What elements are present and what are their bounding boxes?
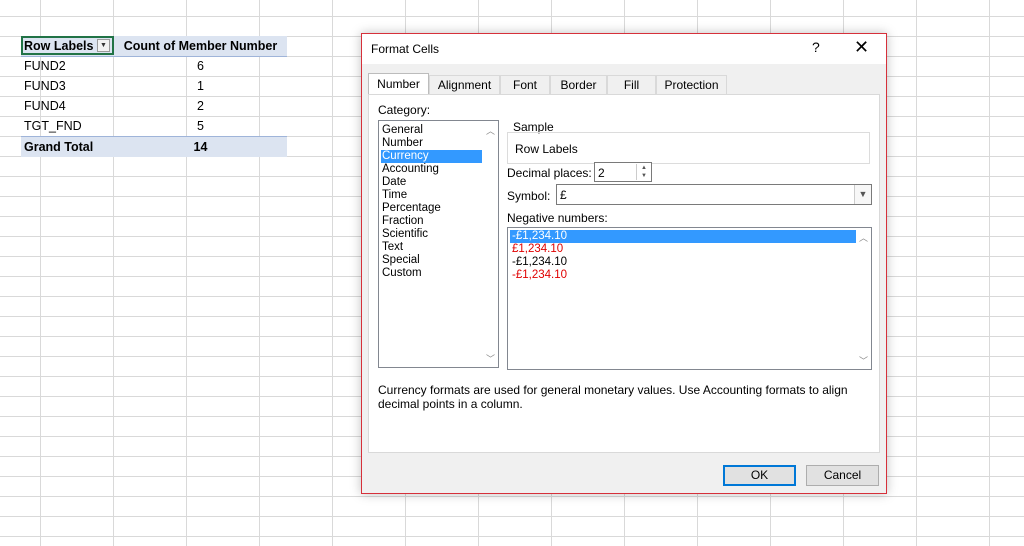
help-icon[interactable]: ?: [812, 39, 820, 55]
format-description: Currency formats are used for general mo…: [378, 383, 848, 411]
row-label: TGT_FND: [24, 119, 82, 133]
row-value: 5: [197, 119, 204, 133]
sample-value: Row Labels: [515, 142, 578, 156]
list-item[interactable]: Text: [382, 241, 482, 254]
scroll-down-icon[interactable]: ﹀: [856, 354, 871, 366]
tab-font[interactable]: Font: [500, 75, 550, 94]
tab-alignment[interactable]: Alignment: [429, 75, 500, 94]
list-item[interactable]: Fraction: [382, 215, 482, 228]
count-header[interactable]: Count of Member Number: [114, 39, 287, 53]
symbol-dropdown[interactable]: £ ▼: [556, 184, 872, 205]
table-row[interactable]: TGT_FND 5: [21, 116, 287, 136]
negative-option[interactable]: -£1,234.10: [510, 269, 856, 282]
tab-border[interactable]: Border: [550, 75, 607, 94]
decrement-icon[interactable]: ▼: [636, 172, 651, 180]
sample-box: Row Labels: [507, 132, 870, 164]
tab-fill[interactable]: Fill: [607, 75, 656, 94]
scroll-down-icon[interactable]: ﹀: [483, 352, 498, 364]
decimal-places-value[interactable]: 2: [598, 166, 605, 180]
decimal-places-label: Decimal places:: [507, 166, 592, 180]
dialog-titlebar[interactable]: Format Cells ? ✕: [362, 34, 886, 64]
list-item[interactable]: General: [382, 124, 482, 137]
dialog-title: Format Cells: [371, 42, 440, 56]
list-item[interactable]: Number: [382, 137, 482, 150]
row-label: FUND2: [24, 59, 66, 73]
list-item[interactable]: Date: [382, 176, 482, 189]
category-list[interactable]: General Number Currency Accounting Date …: [378, 120, 499, 368]
row-value: 1: [197, 79, 204, 93]
list-item-selected[interactable]: Currency: [381, 150, 482, 163]
tab-number[interactable]: Number: [368, 73, 429, 95]
negative-option[interactable]: -£1,234.10: [510, 256, 856, 269]
table-row[interactable]: FUND4 2: [21, 96, 287, 116]
scroll-up-icon[interactable]: ︿: [483, 124, 498, 136]
symbol-value: £: [560, 188, 567, 202]
chevron-down-icon[interactable]: ▼: [854, 185, 871, 204]
cancel-button[interactable]: Cancel: [806, 465, 879, 486]
symbol-label: Symbol:: [507, 189, 551, 203]
pivot-header-row: Row Labels ▼ Count of Member Number: [21, 36, 287, 57]
table-row[interactable]: FUND2 6: [21, 56, 287, 76]
format-cells-dialog: Format Cells ? ✕ Number Alignment Font B…: [361, 33, 887, 494]
negative-numbers-list[interactable]: -£1,234.10 £1,234.10 -£1,234.10 -£1,234.…: [507, 227, 872, 370]
row-label: FUND3: [24, 79, 66, 93]
negative-numbers-label: Negative numbers:: [507, 211, 608, 225]
scroll-up-icon[interactable]: ︿: [856, 231, 871, 243]
number-tab-panel: Category: General Number Currency Accoun…: [368, 94, 880, 453]
row-value: 6: [197, 59, 204, 73]
list-item[interactable]: Scientific: [382, 228, 482, 241]
list-item[interactable]: Accounting: [382, 163, 482, 176]
grand-total-row[interactable]: Grand Total 14: [21, 136, 287, 157]
grand-total-label: Grand Total: [24, 140, 94, 154]
list-item[interactable]: Percentage: [382, 202, 482, 215]
row-labels-header[interactable]: Row Labels: [24, 39, 93, 53]
list-item[interactable]: Special: [382, 254, 482, 267]
ok-button[interactable]: OK: [723, 465, 796, 486]
negative-option[interactable]: £1,234.10: [510, 243, 856, 256]
row-label: FUND4: [24, 99, 66, 113]
negative-option-selected[interactable]: -£1,234.10: [510, 230, 856, 243]
tab-bar: Number Alignment Font Border Fill Protec…: [368, 73, 884, 95]
list-item[interactable]: Time: [382, 189, 482, 202]
table-row[interactable]: FUND3 1: [21, 76, 287, 96]
grand-total-value: 14: [193, 140, 208, 154]
list-item[interactable]: Custom: [382, 267, 482, 280]
category-label: Category:: [378, 103, 431, 117]
tab-protection[interactable]: Protection: [656, 75, 727, 94]
close-icon[interactable]: ✕: [854, 37, 869, 58]
row-value: 2: [197, 99, 204, 113]
filter-dropdown-icon[interactable]: ▼: [97, 39, 110, 52]
decimal-places-stepper[interactable]: 2 ▲ ▼: [594, 162, 652, 182]
increment-icon[interactable]: ▲: [636, 164, 651, 172]
